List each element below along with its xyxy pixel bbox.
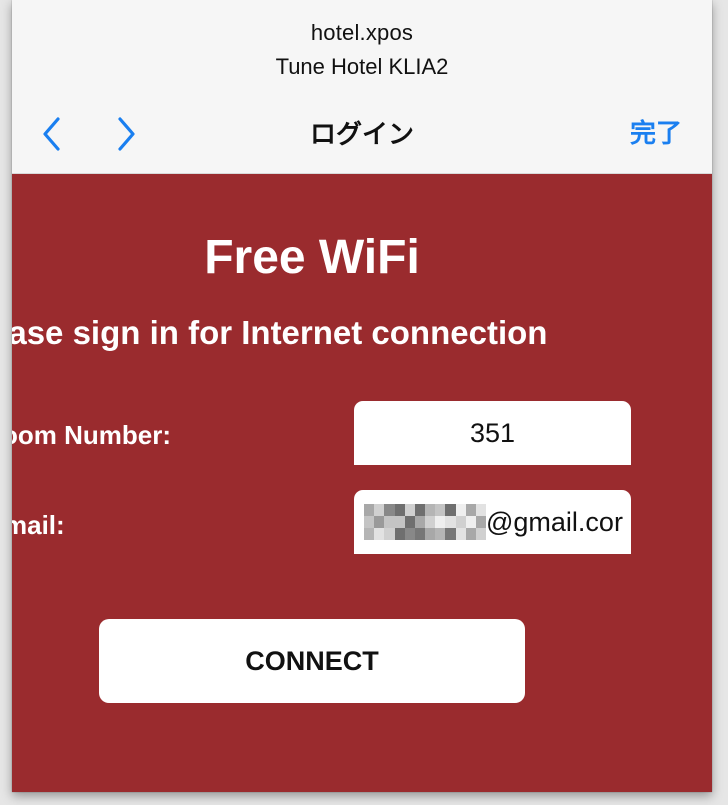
mosaic-pixel bbox=[374, 528, 385, 540]
mosaic-pixel bbox=[384, 528, 395, 540]
email-value: @gmail.cor bbox=[486, 507, 623, 537]
email-label: mail: bbox=[12, 510, 65, 540]
mosaic-pixel bbox=[465, 516, 476, 528]
page-domain: hotel.xpos bbox=[310, 20, 414, 45]
mosaic-pixel bbox=[414, 528, 425, 540]
mosaic-pixel bbox=[435, 528, 446, 540]
mosaic-pixel bbox=[455, 516, 466, 528]
mosaic-pixel bbox=[404, 528, 415, 540]
room-number-label: oom Number: bbox=[12, 420, 171, 450]
mosaic-pixel bbox=[475, 504, 486, 516]
site-title: Tune Hotel KLIA2 bbox=[275, 54, 449, 79]
browser-window: hotel.xpos Tune Hotel KLIA2 ログイン 完了 Free… bbox=[12, 0, 712, 792]
portal-title: Free WiFi bbox=[204, 231, 420, 284]
mosaic-pixel bbox=[394, 516, 405, 528]
browser-header: hotel.xpos Tune Hotel KLIA2 ログイン 完了 bbox=[12, 0, 712, 174]
room-number-value: 351 bbox=[469, 418, 516, 448]
mosaic-pixel bbox=[364, 516, 375, 528]
connect-button[interactable]: CONNECT bbox=[99, 619, 525, 703]
mosaic-pixel bbox=[425, 528, 436, 540]
mosaic-pixel bbox=[364, 504, 375, 516]
mosaic-pixel bbox=[465, 504, 476, 516]
mosaic-pixel bbox=[414, 504, 425, 516]
nav-title: ログイン bbox=[309, 119, 414, 149]
mosaic-pixel bbox=[445, 504, 456, 516]
pixelated-email-username bbox=[364, 504, 486, 540]
mosaic-pixel bbox=[414, 516, 425, 528]
mosaic-pixel bbox=[404, 516, 415, 528]
mosaic-pixel bbox=[425, 516, 436, 528]
mosaic-pixel bbox=[465, 528, 476, 540]
room-number-field[interactable]: 351 bbox=[354, 401, 631, 465]
mosaic-pixel bbox=[384, 516, 395, 528]
mosaic-pixel bbox=[384, 504, 395, 516]
mosaic-pixel bbox=[425, 504, 436, 516]
mosaic-pixel bbox=[394, 528, 405, 540]
mosaic-pixel bbox=[435, 516, 446, 528]
mosaic-pixel bbox=[455, 504, 466, 516]
email-field[interactable]: @gmail.cor bbox=[354, 490, 631, 554]
login-portal: Free WiFi ease sign in for Internet conn… bbox=[12, 174, 712, 792]
mosaic-pixel bbox=[475, 516, 486, 528]
portal-subtitle: ease sign in for Internet connection bbox=[12, 314, 548, 351]
done-button[interactable]: 完了 bbox=[630, 113, 682, 150]
mosaic-pixel bbox=[364, 528, 375, 540]
mosaic-pixel bbox=[374, 516, 385, 528]
mosaic-pixel bbox=[404, 504, 415, 516]
mosaic-pixel bbox=[435, 504, 446, 516]
mosaic-pixel bbox=[445, 516, 456, 528]
mosaic-pixel bbox=[455, 528, 466, 540]
mosaic-pixel bbox=[445, 528, 456, 540]
mosaic-pixel bbox=[475, 528, 486, 540]
mosaic-pixel bbox=[374, 504, 385, 516]
mosaic-pixel bbox=[394, 504, 405, 516]
